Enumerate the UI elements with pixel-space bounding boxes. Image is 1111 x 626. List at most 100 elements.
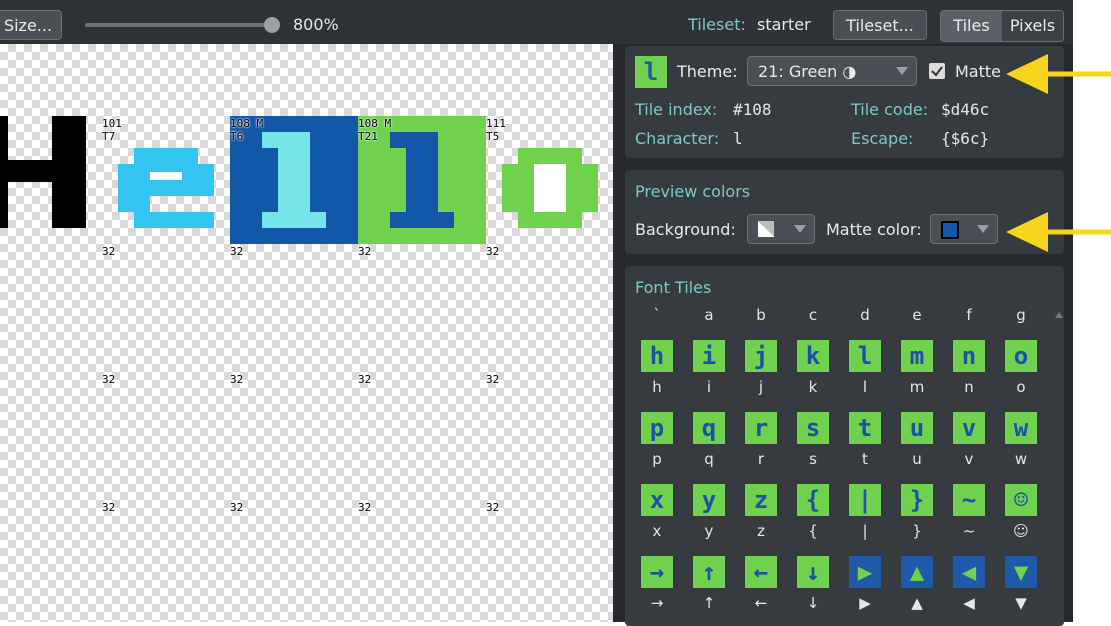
chevron-down-icon — [794, 225, 806, 233]
font-tile-label: x — [652, 522, 662, 540]
theme-label: Theme: — [677, 62, 738, 81]
matte-color-picker[interactable] — [930, 214, 998, 244]
font-tile[interactable]: r — [745, 412, 777, 444]
tile-tag: 32 — [230, 373, 244, 386]
font-tile[interactable]: ↓ — [797, 556, 829, 588]
tile-tag: 108 M T21 — [358, 117, 392, 143]
font-tile-label: d — [860, 306, 870, 324]
font-tile-label: p — [652, 450, 662, 468]
font-tiles-title: Font Tiles — [635, 278, 712, 297]
font-tile[interactable]: ← — [745, 556, 777, 588]
font-tile[interactable]: ☺ — [1005, 484, 1037, 516]
tab-pixels[interactable]: Pixels — [1002, 11, 1063, 41]
font-tile[interactable]: q — [693, 412, 725, 444]
font-tile[interactable]: w — [1005, 412, 1037, 444]
font-tile[interactable]: ▶ — [849, 556, 881, 588]
font-tile[interactable]: ▲ — [901, 556, 933, 588]
font-tile[interactable]: m — [901, 340, 933, 372]
font-tile-label: m — [909, 378, 925, 396]
tile-canvas[interactable]: 101 T7 108 M T6 108 M T21 111 T5 32 32 3… — [0, 44, 613, 622]
matte-label: Matte — [955, 62, 1001, 81]
tileset-value: starter — [757, 15, 811, 34]
sidebar: l Theme: 21: Green ◑ Matte Tile index: #… — [613, 44, 1073, 626]
font-tile[interactable]: { — [797, 484, 829, 516]
tile-index-label: Tile index: — [635, 100, 718, 119]
font-tile-label: z — [757, 522, 765, 540]
size-button[interactable]: Size... — [0, 10, 62, 40]
escape-value: {$6c} — [941, 129, 990, 148]
font-tile[interactable]: ▼ — [1005, 556, 1037, 588]
tileset-button[interactable]: Tileset... — [833, 10, 927, 40]
font-tile[interactable]: → — [641, 556, 673, 588]
font-tile[interactable]: x — [641, 484, 673, 516]
chevron-down-icon — [896, 67, 908, 75]
scrollbar[interactable] — [1054, 306, 1064, 566]
tile-tag: 111 T5 — [486, 117, 506, 143]
font-tile[interactable]: u — [901, 412, 933, 444]
matte-color-label: Matte color: — [826, 220, 922, 239]
font-tile-label: u — [912, 450, 922, 468]
tile-tag: 32 — [486, 373, 500, 386]
font-tile[interactable]: z — [745, 484, 777, 516]
preview-colors-title: Preview colors — [635, 182, 751, 201]
theme-dropdown[interactable]: 21: Green ◑ — [747, 56, 917, 86]
toolbar: Size... 800% Tileset: starter Tileset...… — [0, 0, 1073, 44]
font-tile[interactable]: y — [693, 484, 725, 516]
tile-index-value: #108 — [733, 100, 772, 119]
tab-tiles[interactable]: Tiles — [941, 11, 1002, 41]
font-tile[interactable]: } — [901, 484, 933, 516]
tileset-label: Tileset: — [688, 15, 746, 34]
font-tile[interactable]: p — [641, 412, 673, 444]
font-tile-label: j — [758, 378, 764, 396]
font-tile[interactable]: ↑ — [693, 556, 725, 588]
font-tile-label: y — [704, 522, 714, 540]
canvas-tile-h[interactable] — [0, 116, 102, 244]
character-value: l — [733, 129, 743, 148]
font-tile-label: → — [650, 594, 664, 612]
zoom-slider-thumb[interactable] — [264, 17, 280, 33]
tile-tag: 32 — [486, 245, 500, 258]
current-tile-preview: l — [635, 56, 667, 88]
theme-value: 21: Green ◑ — [758, 62, 857, 81]
font-tile[interactable]: v — [953, 412, 985, 444]
font-tile-label: ☺ — [1013, 522, 1029, 540]
font-tile[interactable]: k — [797, 340, 829, 372]
font-tile[interactable]: l — [849, 340, 881, 372]
chevron-down-icon — [977, 225, 989, 233]
font-tile[interactable]: | — [849, 484, 881, 516]
matte-checkbox[interactable] — [929, 63, 945, 79]
font-tile-label: g — [1016, 306, 1026, 324]
font-tile-label: w — [1014, 450, 1028, 468]
tile-tag: 32 — [102, 501, 116, 514]
font-tile[interactable]: o — [1005, 340, 1037, 372]
tile-tag: 32 — [230, 245, 244, 258]
tile-info-panel: l Theme: 21: Green ◑ Matte Tile index: #… — [625, 46, 1064, 158]
annotation-arrow-matte-color — [1006, 212, 1111, 252]
font-tile[interactable]: n — [953, 340, 985, 372]
font-tile-label: c — [808, 306, 818, 324]
font-tile-label: ← — [754, 594, 768, 612]
font-tile[interactable]: s — [797, 412, 829, 444]
font-tile-label: ▶ — [859, 594, 871, 612]
background-color-picker[interactable] — [747, 214, 815, 244]
tile-code-label: Tile code: — [851, 100, 929, 119]
font-tile[interactable]: ~ — [953, 484, 985, 516]
font-tile[interactable]: j — [745, 340, 777, 372]
font-tile[interactable]: i — [693, 340, 725, 372]
font-tile-label: ` — [653, 306, 661, 324]
zoom-slider[interactable] — [85, 23, 273, 27]
font-tile[interactable]: ◀ — [953, 556, 985, 588]
font-tile-label: q — [704, 450, 714, 468]
font-tile-label: ↓ — [806, 594, 820, 612]
tile-tag: 32 — [486, 501, 500, 514]
font-tile-label: n — [964, 378, 974, 396]
font-tile[interactable]: h — [641, 340, 673, 372]
mode-toggle: Tiles Pixels — [940, 10, 1064, 42]
font-tile[interactable]: t — [849, 412, 881, 444]
font-tile-label: s — [809, 450, 817, 468]
escape-label: Escape: — [851, 129, 914, 148]
font-tile-label: ↑ — [702, 594, 716, 612]
font-tile-label: b — [756, 306, 766, 324]
tile-tag: 32 — [358, 373, 372, 386]
tile-tag: 32 — [358, 501, 372, 514]
